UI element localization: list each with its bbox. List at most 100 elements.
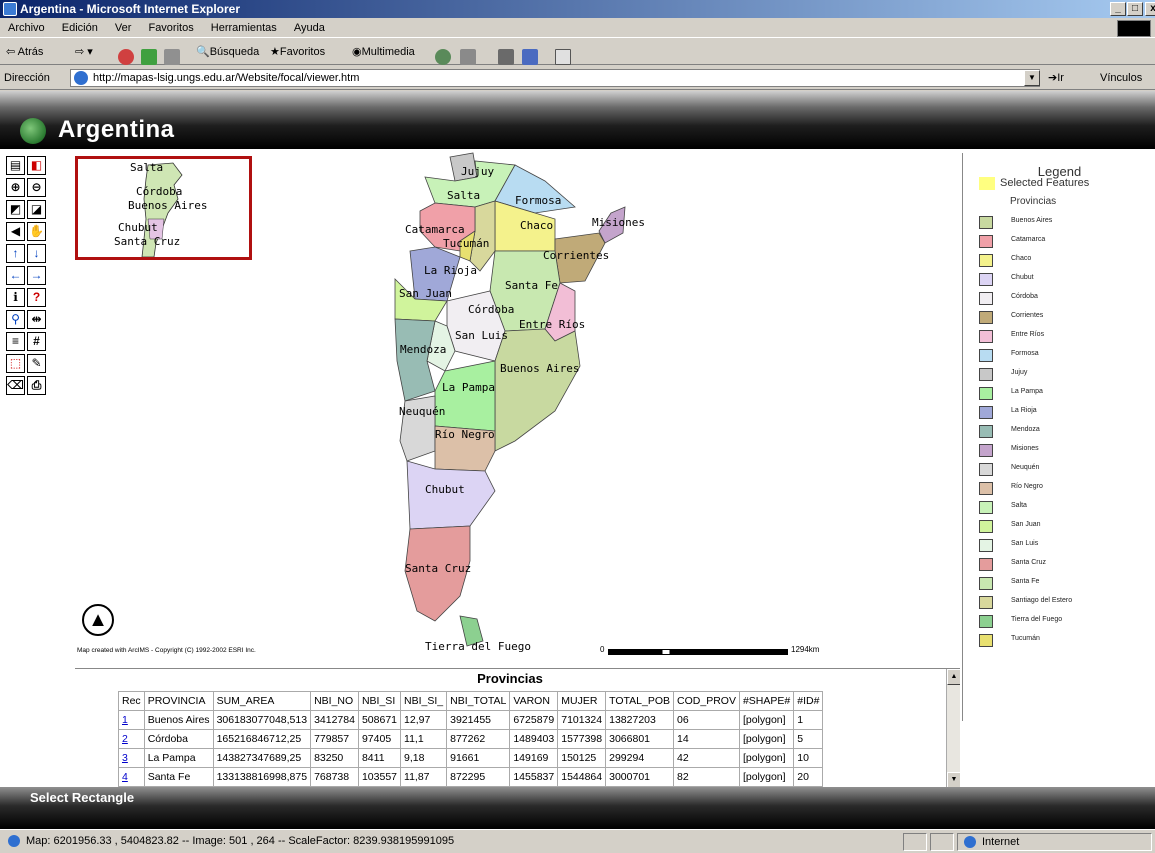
map-label-mendoza: Mendoza: [400, 343, 447, 356]
menu-favoritos[interactable]: Favoritos: [148, 22, 193, 34]
legend-item-label: Chaco: [1011, 255, 1032, 262]
legend-item-label: San Juan: [1011, 521, 1041, 528]
map-label-santa-fe: Santa Fe: [505, 279, 558, 292]
column-header: #SHAPE#: [738, 691, 795, 711]
pan-east-icon[interactable]: →: [27, 266, 46, 285]
map-label-tucuman: Tucumán: [443, 237, 490, 250]
menu-herramientas[interactable]: Herramientas: [211, 22, 277, 34]
menu-edicion[interactable]: Edición: [62, 22, 98, 34]
favorites-button[interactable]: ★Favoritos: [270, 39, 325, 65]
maximize-button[interactable]: □: [1127, 2, 1143, 16]
map-label-tierra-del-fuego: Tierra del Fuego: [425, 640, 531, 653]
map-label-jujuy: Jujuy: [461, 165, 495, 178]
record-link[interactable]: 1: [118, 710, 145, 730]
menu-ayuda[interactable]: Ayuda: [294, 22, 325, 34]
column-header: SUM_AREA: [212, 691, 312, 711]
select-shape-icon[interactable]: ✎: [27, 354, 46, 373]
table-cell: 508671: [357, 710, 402, 730]
map-view[interactable]: Salta Córdoba Buenos Aires Chubut Santa …: [75, 151, 960, 666]
zoom-active-icon[interactable]: ◪: [27, 200, 46, 219]
links-label[interactable]: Vínculos: [1100, 66, 1142, 90]
toggle-overview-icon[interactable]: ◧: [27, 156, 46, 175]
forward-button[interactable]: ⇨ ▾: [75, 39, 93, 65]
legend-swatch: [979, 254, 993, 267]
address-bar: Dirección http://mapas-lsig.ungs.edu.ar/…: [0, 66, 1155, 90]
internet-zone-icon: [964, 836, 976, 848]
scroll-up-button[interactable]: ▲: [947, 669, 960, 685]
legend-item-label: Córdoba: [1011, 293, 1038, 300]
menu-bar: Archivo Edición Ver Favoritos Herramient…: [0, 18, 1155, 38]
full-extent-icon[interactable]: ◩: [6, 200, 25, 219]
map-label-rio-negro: Río Negro: [435, 428, 495, 441]
column-header: NBI_SI: [357, 691, 402, 711]
legend-swatch: [979, 558, 993, 571]
status-segment: [930, 833, 954, 851]
toggle-legend-icon[interactable]: ▤: [6, 156, 25, 175]
back-arrow-icon: ⇦: [6, 46, 16, 58]
record-link[interactable]: 2: [118, 729, 145, 749]
record-link[interactable]: 3: [118, 748, 145, 768]
back-button[interactable]: ⇦ Atrás: [6, 39, 43, 65]
table-cell: 12,97: [400, 710, 448, 730]
column-header: COD_PROV: [673, 691, 740, 711]
browser-window: Argentina - Microsoft Internet Explorer …: [0, 0, 1155, 853]
table-cell: 149169: [509, 748, 559, 768]
page-status-icon: [8, 835, 20, 847]
table-cell: 299294: [605, 748, 675, 768]
measure-icon[interactable]: ⇹: [27, 310, 46, 329]
pan-north-icon[interactable]: ↑: [6, 244, 25, 263]
scroll-down-button[interactable]: ▼: [947, 772, 960, 787]
legend-swatch: [979, 539, 993, 552]
set-units-icon[interactable]: ≡: [6, 332, 25, 351]
media-button[interactable]: ◉Multimedia: [352, 39, 415, 65]
map-label-formosa: Formosa: [515, 194, 562, 207]
pan-west-icon[interactable]: ←: [6, 266, 25, 285]
attribute-table-panel: Provincias Rec PROVINCIA SUM_AREA NBI_NO NBI…: [75, 668, 960, 787]
select-rectangle-icon[interactable]: ⬚: [6, 354, 25, 373]
table-cell: 82: [673, 767, 740, 787]
page-content: Argentina ▤ ◧ ⊕ ⊖ ◩ ◪ ◀ ✋ ↑ ↓ ← → ℹ ? ⚲ …: [0, 91, 1155, 829]
legend-item-label: Catamarca: [1011, 236, 1046, 243]
province-lapampa: [434, 360, 496, 432]
close-button[interactable]: x: [1145, 2, 1155, 16]
legend-item-label: Salta: [1011, 502, 1027, 509]
identify-icon[interactable]: ℹ: [6, 288, 25, 307]
pan-hand-icon[interactable]: ✋: [27, 222, 46, 241]
print-map-icon[interactable]: ⎙: [27, 376, 46, 395]
table-row: 1 Buenos Aires 306183077048,513 3412784 5086…: [118, 710, 824, 730]
title-bar: Argentina - Microsoft Internet Explorer …: [0, 0, 1155, 18]
query-icon[interactable]: ?: [27, 288, 46, 307]
table-cell: [polygon]: [738, 710, 795, 730]
search-button[interactable]: 🔍Búsqueda: [196, 39, 259, 65]
table-scrollbar[interactable]: ▲ ▼: [946, 669, 960, 787]
column-header: MUJER: [557, 691, 607, 711]
legend-item-label: San Luis: [1011, 540, 1039, 547]
legend-swatch: [979, 501, 993, 514]
legend-swatch: [979, 634, 993, 647]
zoom-out-icon[interactable]: ⊖: [27, 178, 46, 197]
menu-archivo[interactable]: Archivo: [8, 22, 45, 34]
zoom-in-icon[interactable]: ⊕: [6, 178, 25, 197]
menu-ver[interactable]: Ver: [115, 22, 132, 34]
find-binoculars-icon[interactable]: ⚲: [6, 310, 25, 329]
minimize-button[interactable]: _: [1110, 2, 1126, 16]
table-cell: 877262: [446, 729, 511, 749]
map-label-catamarca: Catamarca: [405, 223, 465, 236]
table-cell: 165216846712,25: [212, 729, 312, 749]
legend-item-label: Misiones: [1011, 445, 1039, 452]
selected-features-swatch: [979, 177, 995, 190]
record-link[interactable]: 4: [118, 767, 145, 787]
north-arrow-icon: ▲: [82, 604, 114, 636]
legend-swatch: [979, 216, 993, 229]
zoom-back-icon[interactable]: ◀: [6, 222, 25, 241]
map-label-la-pampa: La Pampa: [442, 381, 495, 394]
buffer-icon[interactable]: #: [27, 332, 46, 351]
table-cell: 8411: [357, 748, 402, 768]
pan-south-icon[interactable]: ↓: [27, 244, 46, 263]
address-input[interactable]: http://mapas-lsig.ungs.edu.ar/Website/fo…: [70, 69, 1040, 87]
go-button[interactable]: ➔Ir: [1048, 66, 1064, 90]
table-row: 3 La Pampa 143827347689,25 83250 8411 9,18 916…: [118, 748, 824, 768]
clear-selection-icon[interactable]: ⌫: [6, 376, 25, 395]
table-cell: Santa Fe: [143, 767, 214, 787]
address-dropdown[interactable]: ▼: [1024, 70, 1040, 86]
